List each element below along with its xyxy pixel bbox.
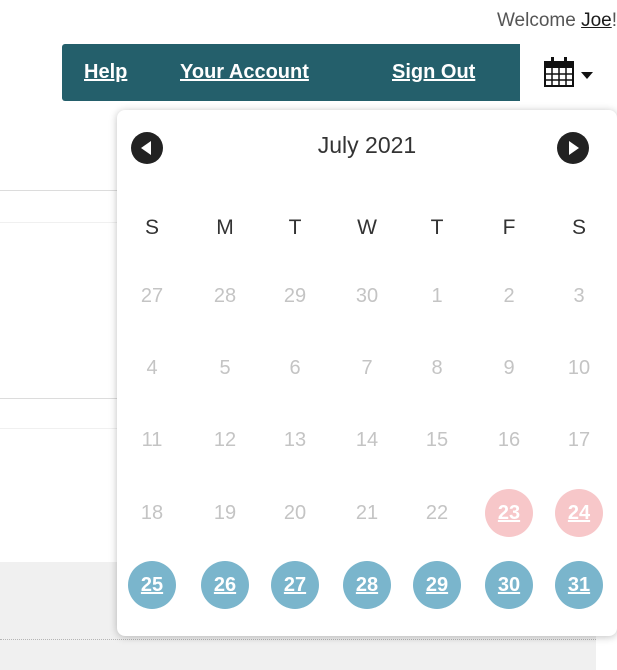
calendar-icon xyxy=(544,57,574,87)
calendar-day: 21 xyxy=(355,502,379,524)
calendar-day-link[interactable]: 23 xyxy=(485,489,533,537)
calendar-day: 16 xyxy=(497,429,521,451)
calendar-day-link[interactable]: 28 xyxy=(343,561,391,609)
calendar-day: 22 xyxy=(425,502,449,524)
calendar-popup: July 2021 SMTWTFS 27 28 29 30 1 2 3 4 5 6 7 8 9 10 11 1… xyxy=(117,110,617,636)
calendar-day: 29 xyxy=(283,285,307,307)
calendar-day: 4 xyxy=(146,357,158,379)
chevron-right-icon xyxy=(569,141,579,155)
weekday-label: T xyxy=(430,216,444,239)
calendar-day-link[interactable]: 29 xyxy=(413,561,461,609)
month-title: July 2021 xyxy=(317,132,417,158)
page-divider xyxy=(0,398,118,399)
welcome-suffix: ! xyxy=(611,10,617,31)
calendar-day: 7 xyxy=(361,357,373,379)
calendar-day-link[interactable]: 27 xyxy=(271,561,319,609)
calendar-day-link[interactable]: 30 xyxy=(485,561,533,609)
dotted-divider xyxy=(0,639,596,640)
page-divider xyxy=(0,222,118,223)
calendar-day: 14 xyxy=(355,429,379,451)
calendar-day: 15 xyxy=(425,429,449,451)
calendar-day: 20 xyxy=(283,502,307,524)
help-link[interactable]: Help xyxy=(84,61,127,84)
weekday-label: F xyxy=(502,216,516,239)
calendar-day: 9 xyxy=(503,357,515,379)
calendar-day: 17 xyxy=(567,429,591,451)
calendar-day-link[interactable]: 26 xyxy=(201,561,249,609)
weekday-header-row: SMTWTFS xyxy=(117,216,617,246)
weekday-label: W xyxy=(357,216,377,239)
calendar-day: 18 xyxy=(140,502,164,524)
calendar-day: 13 xyxy=(283,429,307,451)
calendar-day: 10 xyxy=(567,357,591,379)
calendar-day-link[interactable]: 31 xyxy=(555,561,603,609)
calendar-day: 19 xyxy=(213,502,237,524)
weekday-label: M xyxy=(216,216,234,239)
top-nav: Help Your Account Sign Out xyxy=(62,44,520,101)
username-link[interactable]: Joe xyxy=(581,10,612,31)
calendar-day: 28 xyxy=(213,285,237,307)
calendar-day: 8 xyxy=(431,357,443,379)
calendar-day: 12 xyxy=(213,429,237,451)
calendar-day-link[interactable]: 25 xyxy=(128,561,176,609)
calendar-day: 30 xyxy=(355,285,379,307)
calendar-day: 11 xyxy=(141,429,163,451)
calendar-day: 1 xyxy=(431,285,443,307)
page-divider xyxy=(0,428,118,429)
weekday-label: S xyxy=(144,216,159,239)
welcome-prefix: Welcome xyxy=(496,10,582,31)
sign-out-link[interactable]: Sign Out xyxy=(392,61,475,84)
calendar-day: 2 xyxy=(503,285,515,307)
calendar-day-link[interactable]: 24 xyxy=(555,489,603,537)
weekday-label: S xyxy=(571,216,586,239)
calendar-day: 27 xyxy=(140,285,164,307)
calendar-day: 6 xyxy=(289,357,301,379)
next-month-button[interactable] xyxy=(557,132,589,164)
page-divider xyxy=(0,190,118,191)
calendar-day: 5 xyxy=(219,357,231,379)
welcome-message: Welcome Joe! xyxy=(497,10,617,32)
your-account-link[interactable]: Your Account xyxy=(180,61,309,84)
chevron-down-icon xyxy=(581,72,593,79)
weekday-label: T xyxy=(288,216,302,239)
calendar-toggle-button[interactable] xyxy=(537,52,603,94)
calendar-day: 3 xyxy=(573,285,585,307)
